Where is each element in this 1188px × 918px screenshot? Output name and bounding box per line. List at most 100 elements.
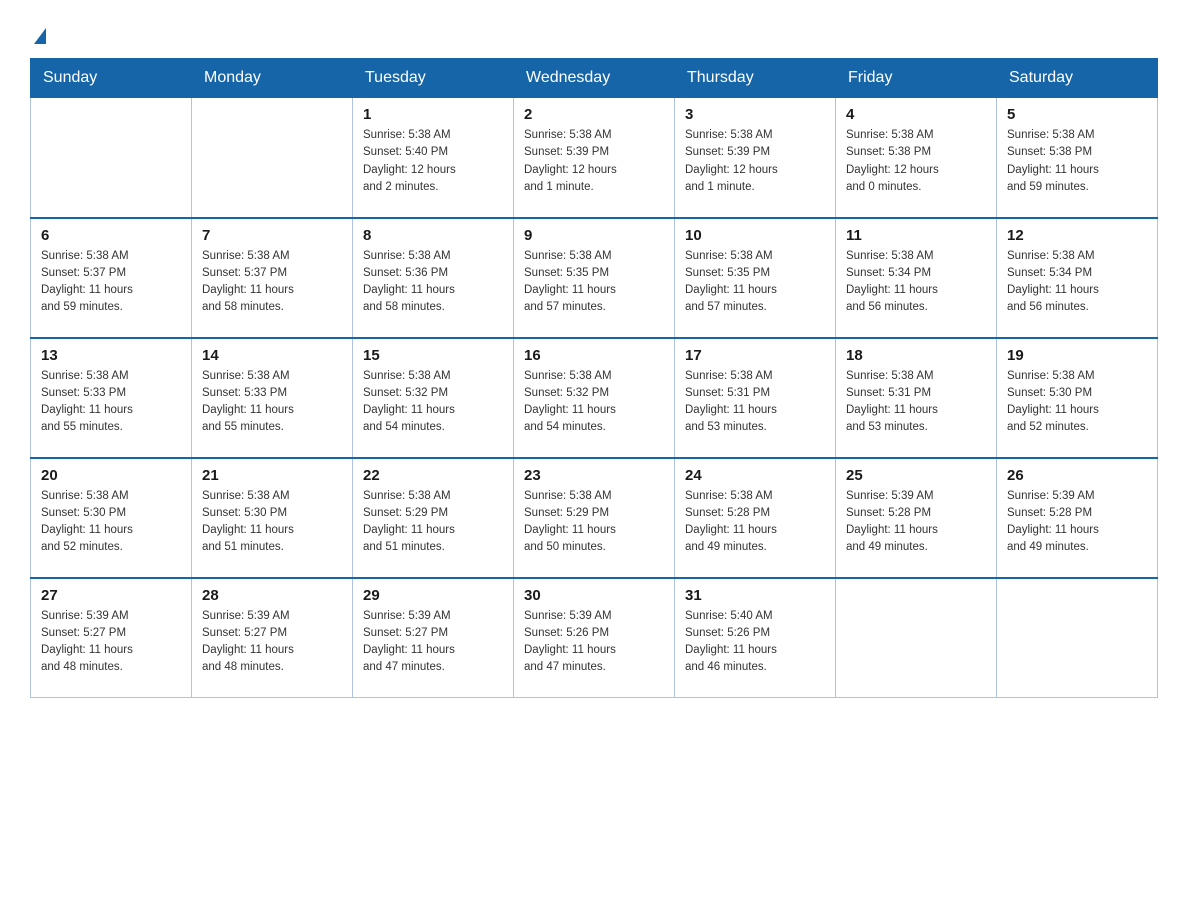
calendar-cell: 29 Sunrise: 5:39 AMSunset: 5:27 PMDayligh… [353, 578, 514, 698]
day-number: 8 [363, 227, 503, 244]
calendar-cell: 27 Sunrise: 5:39 AMSunset: 5:27 PMDayligh… [31, 578, 192, 698]
calendar-table: SundayMondayTuesdayWednesdayThursdayFrid… [30, 58, 1158, 698]
day-info: Sunrise: 5:38 AMSunset: 5:30 PMDaylight:… [41, 488, 181, 557]
day-info: Sunrise: 5:38 AMSunset: 5:35 PMDaylight:… [524, 248, 664, 317]
calendar-cell: 14 Sunrise: 5:38 AMSunset: 5:33 PMDayligh… [192, 338, 353, 458]
calendar-cell: 26Sunrise: 5:39 AMSunset: 5:28 PMDayligh… [997, 458, 1158, 578]
calendar-cell: 30 Sunrise: 5:39 AMSunset: 5:26 PMDayligh… [514, 578, 675, 698]
calendar-cell [31, 98, 192, 218]
day-number: 5 [1007, 106, 1147, 123]
day-number: 19 [1007, 347, 1147, 364]
calendar-cell: 13Sunrise: 5:38 AMSunset: 5:33 PMDayligh… [31, 338, 192, 458]
day-info: Sunrise: 5:38 AMSunset: 5:34 PMDaylight:… [846, 248, 986, 317]
calendar-header-wednesday: Wednesday [514, 59, 675, 98]
day-number: 1 [363, 106, 503, 123]
day-number: 25 [846, 467, 986, 484]
calendar-week-3: 13Sunrise: 5:38 AMSunset: 5:33 PMDayligh… [31, 338, 1158, 458]
calendar-week-2: 6 Sunrise: 5:38 AMSunset: 5:37 PMDaylight… [31, 218, 1158, 338]
day-info: Sunrise: 5:38 AMSunset: 5:29 PMDaylight:… [363, 488, 503, 557]
day-info: Sunrise: 5:38 AMSunset: 5:39 PMDaylight:… [685, 127, 825, 196]
calendar-cell: 22 Sunrise: 5:38 AMSunset: 5:29 PMDayligh… [353, 458, 514, 578]
calendar-week-1: 1 Sunrise: 5:38 AMSunset: 5:40 PMDaylight… [31, 98, 1158, 218]
day-number: 16 [524, 347, 664, 364]
calendar-cell: 3 Sunrise: 5:38 AMSunset: 5:39 PMDaylight… [675, 98, 836, 218]
day-number: 24 [685, 467, 825, 484]
day-info: Sunrise: 5:39 AMSunset: 5:27 PMDaylight:… [202, 608, 342, 677]
day-info: Sunrise: 5:38 AMSunset: 5:31 PMDaylight:… [685, 368, 825, 437]
day-info: Sunrise: 5:38 AMSunset: 5:40 PMDaylight:… [363, 127, 503, 196]
calendar-cell: 17 Sunrise: 5:38 AMSunset: 5:31 PMDayligh… [675, 338, 836, 458]
calendar-cell: 8Sunrise: 5:38 AMSunset: 5:36 PMDaylight… [353, 218, 514, 338]
day-info: Sunrise: 5:38 AMSunset: 5:28 PMDaylight:… [685, 488, 825, 557]
day-info: Sunrise: 5:39 AMSunset: 5:27 PMDaylight:… [41, 608, 181, 677]
day-info: Sunrise: 5:38 AMSunset: 5:34 PMDaylight:… [1007, 248, 1147, 317]
day-number: 4 [846, 106, 986, 123]
day-info: Sunrise: 5:38 AMSunset: 5:37 PMDaylight:… [202, 248, 342, 317]
day-number: 23 [524, 467, 664, 484]
day-number: 6 [41, 227, 181, 244]
day-info: Sunrise: 5:38 AMSunset: 5:39 PMDaylight:… [524, 127, 664, 196]
day-info: Sunrise: 5:38 AMSunset: 5:32 PMDaylight:… [524, 368, 664, 437]
calendar-header-row: SundayMondayTuesdayWednesdayThursdayFrid… [31, 59, 1158, 98]
calendar-cell: 21 Sunrise: 5:38 AMSunset: 5:30 PMDayligh… [192, 458, 353, 578]
day-info: Sunrise: 5:38 AMSunset: 5:33 PMDaylight:… [41, 368, 181, 437]
calendar-cell: 1 Sunrise: 5:38 AMSunset: 5:40 PMDaylight… [353, 98, 514, 218]
calendar-header-thursday: Thursday [675, 59, 836, 98]
calendar-cell: 20 Sunrise: 5:38 AMSunset: 5:30 PMDayligh… [31, 458, 192, 578]
day-info: Sunrise: 5:39 AMSunset: 5:28 PMDaylight:… [846, 488, 986, 557]
day-number: 17 [685, 347, 825, 364]
day-info: Sunrise: 5:40 AMSunset: 5:26 PMDaylight:… [685, 608, 825, 677]
page-header [30, 20, 1158, 48]
day-number: 21 [202, 467, 342, 484]
day-number: 7 [202, 227, 342, 244]
day-info: Sunrise: 5:38 AMSunset: 5:29 PMDaylight:… [524, 488, 664, 557]
day-info: Sunrise: 5:38 AMSunset: 5:32 PMDaylight:… [363, 368, 503, 437]
day-number: 28 [202, 587, 342, 604]
calendar-header-saturday: Saturday [997, 59, 1158, 98]
day-number: 31 [685, 587, 825, 604]
day-number: 27 [41, 587, 181, 604]
day-info: Sunrise: 5:38 AMSunset: 5:38 PMDaylight:… [846, 127, 986, 196]
calendar-cell: 23 Sunrise: 5:38 AMSunset: 5:29 PMDayligh… [514, 458, 675, 578]
calendar-cell: 9 Sunrise: 5:38 AMSunset: 5:35 PMDaylight… [514, 218, 675, 338]
day-info: Sunrise: 5:38 AMSunset: 5:30 PMDaylight:… [1007, 368, 1147, 437]
calendar-cell: 25 Sunrise: 5:39 AMSunset: 5:28 PMDayligh… [836, 458, 997, 578]
day-number: 29 [363, 587, 503, 604]
day-info: Sunrise: 5:38 AMSunset: 5:30 PMDaylight:… [202, 488, 342, 557]
calendar-cell [836, 578, 997, 698]
day-number: 14 [202, 347, 342, 364]
logo-general-text [30, 20, 46, 48]
day-info: Sunrise: 5:39 AMSunset: 5:27 PMDaylight:… [363, 608, 503, 677]
calendar-cell: 18 Sunrise: 5:38 AMSunset: 5:31 PMDayligh… [836, 338, 997, 458]
day-number: 9 [524, 227, 664, 244]
day-number: 18 [846, 347, 986, 364]
day-number: 2 [524, 106, 664, 123]
calendar-cell: 24 Sunrise: 5:38 AMSunset: 5:28 PMDayligh… [675, 458, 836, 578]
day-info: Sunrise: 5:38 AMSunset: 5:35 PMDaylight:… [685, 248, 825, 317]
day-info: Sunrise: 5:38 AMSunset: 5:33 PMDaylight:… [202, 368, 342, 437]
day-number: 22 [363, 467, 503, 484]
calendar-header-friday: Friday [836, 59, 997, 98]
calendar-cell: 11Sunrise: 5:38 AMSunset: 5:34 PMDayligh… [836, 218, 997, 338]
day-number: 10 [685, 227, 825, 244]
day-number: 30 [524, 587, 664, 604]
calendar-cell: 31 Sunrise: 5:40 AMSunset: 5:26 PMDayligh… [675, 578, 836, 698]
calendar-header-sunday: Sunday [31, 59, 192, 98]
logo [30, 20, 46, 48]
day-info: Sunrise: 5:39 AMSunset: 5:26 PMDaylight:… [524, 608, 664, 677]
calendar-cell: 28 Sunrise: 5:39 AMSunset: 5:27 PMDayligh… [192, 578, 353, 698]
day-info: Sunrise: 5:39 AMSunset: 5:28 PMDaylight:… [1007, 488, 1147, 557]
day-number: 3 [685, 106, 825, 123]
calendar-week-5: 27 Sunrise: 5:39 AMSunset: 5:27 PMDayligh… [31, 578, 1158, 698]
calendar-cell: 6 Sunrise: 5:38 AMSunset: 5:37 PMDaylight… [31, 218, 192, 338]
day-info: Sunrise: 5:38 AMSunset: 5:37 PMDaylight:… [41, 248, 181, 317]
calendar-cell: 10 Sunrise: 5:38 AMSunset: 5:35 PMDayligh… [675, 218, 836, 338]
calendar-cell: 12Sunrise: 5:38 AMSunset: 5:34 PMDayligh… [997, 218, 1158, 338]
calendar-header-monday: Monday [192, 59, 353, 98]
calendar-cell: 5Sunrise: 5:38 AMSunset: 5:38 PMDaylight… [997, 98, 1158, 218]
calendar-cell: 2 Sunrise: 5:38 AMSunset: 5:39 PMDaylight… [514, 98, 675, 218]
day-info: Sunrise: 5:38 AMSunset: 5:31 PMDaylight:… [846, 368, 986, 437]
calendar-cell: 16 Sunrise: 5:38 AMSunset: 5:32 PMDayligh… [514, 338, 675, 458]
logo-triangle-icon [34, 28, 46, 44]
day-number: 20 [41, 467, 181, 484]
